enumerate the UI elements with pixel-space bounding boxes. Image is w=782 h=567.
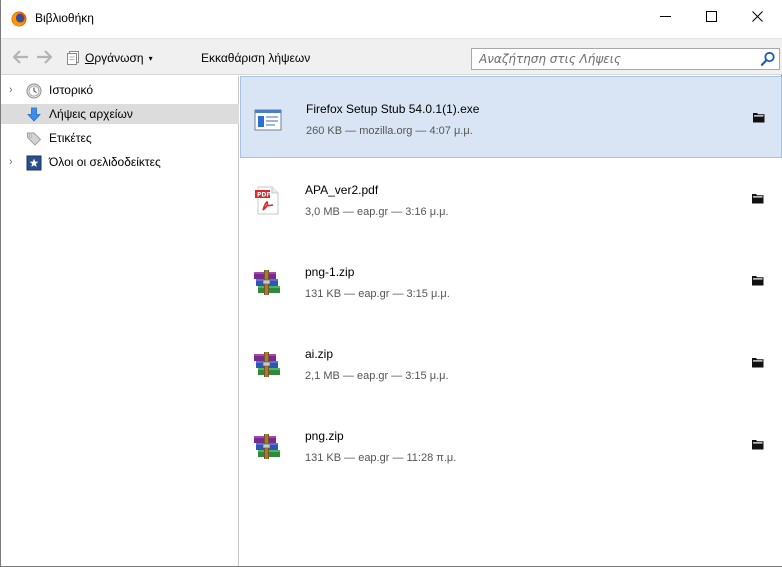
window-title: Βιβλιοθήκη <box>35 11 94 25</box>
download-item[interactable]: ai.zip 2,1 MB — eap.gr — 3:15 μ.μ. <box>240 322 782 404</box>
download-filename: Firefox Setup Stub 54.0.1(1).exe <box>306 102 480 116</box>
open-folder-icon[interactable] <box>751 355 765 369</box>
sidebar-item-label: Όλοι οι σελιδοδείκτες <box>49 155 161 169</box>
sidebar-item-tags[interactable]: Ετικέτες <box>1 128 239 148</box>
organize-label-rest: ργάνωση <box>94 51 144 65</box>
toolbar: Οργάνωση ▾ Εκκαθάριση λήψεων <box>1 38 782 75</box>
download-filename: ai.zip <box>305 347 334 361</box>
expand-chevron-icon[interactable]: › <box>9 84 19 96</box>
search-box[interactable] <box>471 48 780 70</box>
forward-arrow-icon[interactable] <box>36 50 52 64</box>
zip-archive-icon <box>254 352 280 377</box>
bookmarks-star-icon <box>26 155 42 171</box>
sidebar-item-downloads[interactable]: Λήψεις αρχείων <box>1 104 239 124</box>
organize-icon <box>67 51 79 65</box>
sidebar-tree: › Ιστορικό Λήψεις αρχείων Ετικέτες › Όλο… <box>1 76 239 566</box>
exe-file-icon <box>254 109 282 131</box>
expand-chevron-icon[interactable]: › <box>9 156 19 168</box>
download-filename: APA_ver2.pdf <box>305 183 379 197</box>
download-item[interactable]: png-1.zip 131 KB — eap.gr — 3:15 μ.μ. <box>240 240 782 322</box>
sidebar-item-label: Ετικέτες <box>49 131 92 145</box>
title-bar: Βιβλιοθήκη <box>1 0 782 38</box>
download-item[interactable]: PDF APA_ver2.pdf 3,0 MB — eap.gr — 3:16 … <box>240 158 782 240</box>
sidebar-item-label: Λήψεις αρχείων <box>49 107 133 121</box>
pdf-file-icon: PDF <box>255 186 279 215</box>
organize-accesskey: Ο <box>85 51 95 65</box>
close-button[interactable] <box>734 0 780 32</box>
tag-icon <box>27 132 42 146</box>
open-folder-icon[interactable] <box>751 191 765 205</box>
sidebar-item-all-bookmarks[interactable]: › Όλοι οι σελιδοδείκτες <box>1 152 239 172</box>
download-filename: png.zip <box>305 429 344 443</box>
search-icon[interactable] <box>760 51 776 67</box>
download-item[interactable]: Firefox Setup Stub 54.0.1(1).exe 260 KB … <box>240 76 782 158</box>
dropdown-caret-icon: ▾ <box>148 53 153 63</box>
download-details: 131 KB — eap.gr — 11:28 π.μ. <box>305 452 457 464</box>
organize-menu-button[interactable]: Οργάνωση ▾ <box>65 49 153 67</box>
zip-archive-icon <box>254 434 280 459</box>
minimize-icon <box>659 15 671 17</box>
maximize-icon <box>705 10 717 22</box>
download-item[interactable]: png.zip 131 KB — eap.gr — 11:28 π.μ. <box>240 404 782 486</box>
clear-downloads-button[interactable]: Εκκαθάριση λήψεων <box>201 51 310 65</box>
svg-text:PDF: PDF <box>257 192 270 199</box>
sidebar-item-label: Ιστορικό <box>49 83 94 97</box>
download-arrow-icon <box>27 107 41 122</box>
download-details: 2,1 MB — eap.gr — 3:15 μ.μ. <box>305 370 449 382</box>
open-folder-icon[interactable] <box>751 273 765 287</box>
download-details: 3,0 MB — eap.gr — 3:16 μ.μ. <box>305 206 449 218</box>
downloads-list: Firefox Setup Stub 54.0.1(1).exe 260 KB … <box>240 76 782 566</box>
library-window: Βιβλιοθήκη Οργάνωση ▾ Εκκαθάριση λήψεων … <box>0 0 782 567</box>
search-input[interactable] <box>472 49 758 69</box>
download-filename: png-1.zip <box>305 265 355 279</box>
close-icon <box>751 10 763 22</box>
back-arrow-icon[interactable] <box>13 50 29 64</box>
zip-archive-icon <box>254 270 280 295</box>
organize-label: Οργάνωση <box>85 51 144 65</box>
firefox-logo-icon <box>11 11 27 27</box>
open-folder-icon[interactable] <box>751 437 765 451</box>
sidebar-item-history[interactable]: › Ιστορικό <box>1 80 239 100</box>
open-folder-icon[interactable] <box>752 110 766 124</box>
maximize-button[interactable] <box>688 0 734 32</box>
minimize-button[interactable] <box>642 0 688 32</box>
download-details: 260 KB — mozilla.org — 4:07 μ.μ. <box>306 125 473 137</box>
history-clock-icon <box>26 83 42 99</box>
download-details: 131 KB — eap.gr — 3:15 μ.μ. <box>305 288 450 300</box>
